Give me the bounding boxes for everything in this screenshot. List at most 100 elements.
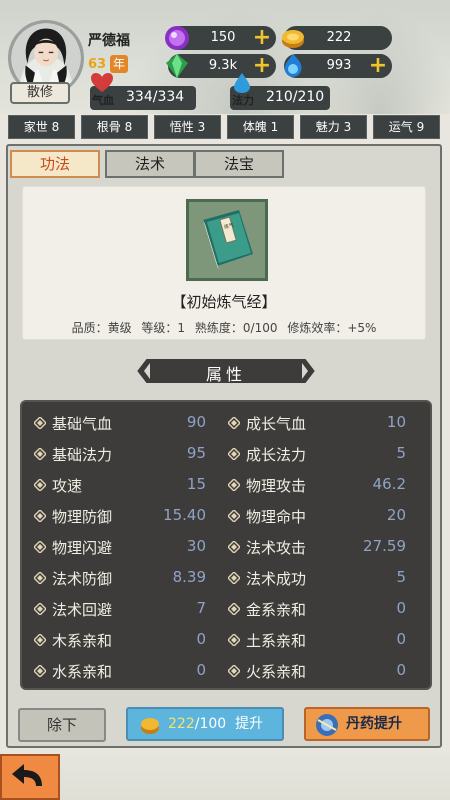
diamond-bullet-icon — [228, 541, 240, 553]
add-blue-orb-button[interactable]: + — [368, 55, 388, 77]
diamond-bullet-icon — [34, 479, 46, 491]
player-age: 63 — [88, 57, 107, 72]
stat-value: 27.59 — [363, 537, 406, 555]
stat-row: 物理命中 20 — [224, 501, 410, 531]
attr-luck[interactable]: 运气 9 — [373, 115, 440, 139]
attribute-strip: 家世 8 根骨 8 悟性 3 体魄 1 魅力 3 运气 9 — [0, 115, 450, 141]
stat-value: 0 — [196, 661, 206, 679]
tab-artifact[interactable]: 法宝 — [194, 150, 284, 178]
hp-bar: 气血 334/334 — [90, 73, 196, 110]
diamond-bullet-icon — [34, 665, 46, 677]
blue-orb-icon — [284, 54, 302, 77]
stat-value: 5 — [396, 568, 406, 586]
stat-label: 法术回避 — [52, 601, 113, 619]
attr-physique[interactable]: 体魄 1 — [227, 115, 294, 139]
purple-gem-value: 150 — [210, 30, 236, 45]
item-name: 【初始炼气经】 — [171, 293, 277, 311]
book-icon[interactable]: 练气 — [186, 199, 268, 281]
stat-label: 水系亲和 — [52, 663, 113, 681]
diamond-bullet-icon — [34, 541, 46, 553]
stat-value: 30 — [186, 537, 206, 555]
gold-value: 222 — [326, 30, 352, 45]
diamond-bullet-icon — [34, 448, 46, 460]
stat-row: 木系亲和 0 — [30, 625, 210, 655]
blue-orb-value: 993 — [326, 58, 352, 73]
item-quality: 品质：黄级 — [71, 321, 132, 335]
stat-value: 46.2 — [372, 475, 406, 493]
stat-label: 成长法力 — [246, 446, 307, 464]
stat-row: 法术防御 8.39 — [30, 563, 210, 593]
pill-upgrade-button[interactable]: 丹药提升 — [304, 707, 430, 741]
add-purple-gem-button[interactable]: + — [252, 27, 272, 49]
diamond-bullet-icon — [228, 448, 240, 460]
diamond-bullet-icon — [34, 510, 46, 522]
stat-label: 物理闪避 — [52, 539, 113, 557]
purple-gem-icon — [165, 26, 189, 50]
hp-value: 334/334 — [126, 89, 185, 105]
attr-comprehension[interactable]: 悟性 3 — [154, 115, 221, 139]
gold-coin-icon — [282, 30, 304, 48]
stat-label: 物理命中 — [246, 508, 307, 526]
stat-label: 火系亲和 — [246, 663, 307, 681]
upgrade-text: 222/100 提升 — [168, 709, 263, 739]
hp-label: 气血 — [92, 94, 114, 107]
attr-charm[interactable]: 魅力 3 — [300, 115, 367, 139]
stat-row: 火系亲和 0 — [224, 656, 410, 686]
stat-label: 法术攻击 — [246, 539, 307, 557]
gold-coin-icon — [141, 718, 159, 734]
stat-row: 成长法力 5 — [224, 439, 410, 469]
stat-row: 金系亲和 0 — [224, 594, 410, 624]
item-efficiency: 修炼效率：+5% — [287, 321, 377, 335]
attr-bone[interactable]: 根骨 8 — [81, 115, 148, 139]
diamond-bullet-icon — [228, 479, 240, 491]
stat-row: 法术回避 7 — [30, 594, 210, 624]
stat-value: 20 — [386, 506, 406, 524]
back-button[interactable] — [0, 754, 60, 800]
mp-bar: 法力 210/210 — [230, 73, 330, 110]
stat-value: 15.40 — [163, 506, 206, 524]
stat-label: 木系亲和 — [52, 632, 113, 650]
diamond-bullet-icon — [228, 572, 240, 584]
diamond-bullet-icon — [228, 634, 240, 646]
add-green-gem-button[interactable]: + — [252, 55, 272, 77]
stat-value: 0 — [396, 630, 406, 648]
upgrade-button[interactable]: 222/100 提升 — [126, 707, 284, 741]
item-proficiency: 熟练度：0/100 — [194, 321, 278, 335]
mp-label: 法力 — [232, 94, 254, 107]
stat-row: 物理闪避 30 — [30, 532, 210, 562]
pill-icon — [316, 714, 338, 736]
mana-drop-icon — [234, 73, 250, 93]
tab-technique[interactable]: 功法 — [10, 150, 100, 178]
item-level: 等级：1 — [141, 321, 186, 335]
stat-label: 法术防御 — [52, 570, 113, 588]
unequip-button[interactable]: 除下 — [18, 708, 106, 742]
heart-icon — [91, 73, 113, 92]
diamond-bullet-icon — [228, 510, 240, 522]
resource-gold: 222 — [282, 26, 392, 50]
footer-backdrop — [60, 752, 450, 800]
upgrade-current: 222 — [168, 716, 195, 732]
age-unit: 年 — [110, 55, 128, 73]
stat-label: 物理防御 — [52, 508, 113, 526]
stat-row: 物理攻击 46.2 — [224, 470, 410, 500]
diamond-bullet-icon — [34, 603, 46, 615]
resource-blue-orb: 993 + — [284, 54, 392, 78]
stat-value: 15 — [186, 475, 206, 493]
diamond-bullet-icon — [34, 634, 46, 646]
attr-family[interactable]: 家世 8 — [8, 115, 75, 139]
diamond-bullet-icon — [228, 417, 240, 429]
stat-row: 法术成功 5 — [224, 563, 410, 593]
stat-row: 物理防御 15.40 — [30, 501, 210, 531]
stat-label: 土系亲和 — [246, 632, 307, 650]
attribute-table: 基础气血 90 基础法力 95 攻速 15 物理防御 15.40 物理闪避 30 法术防御 8.39 法… — [20, 400, 432, 690]
tab-spell[interactable]: 法术 — [105, 150, 195, 178]
diamond-bullet-icon — [228, 603, 240, 615]
diamond-bullet-icon — [34, 572, 46, 584]
stat-row: 基础法力 95 — [30, 439, 210, 469]
stat-value: 8.39 — [172, 568, 206, 586]
stat-value: 0 — [396, 661, 406, 679]
resource-purple-gem: 150 + — [165, 26, 276, 50]
stat-value: 10 — [386, 413, 406, 431]
green-gem-icon — [166, 54, 188, 78]
stat-row: 法术攻击 27.59 — [224, 532, 410, 562]
